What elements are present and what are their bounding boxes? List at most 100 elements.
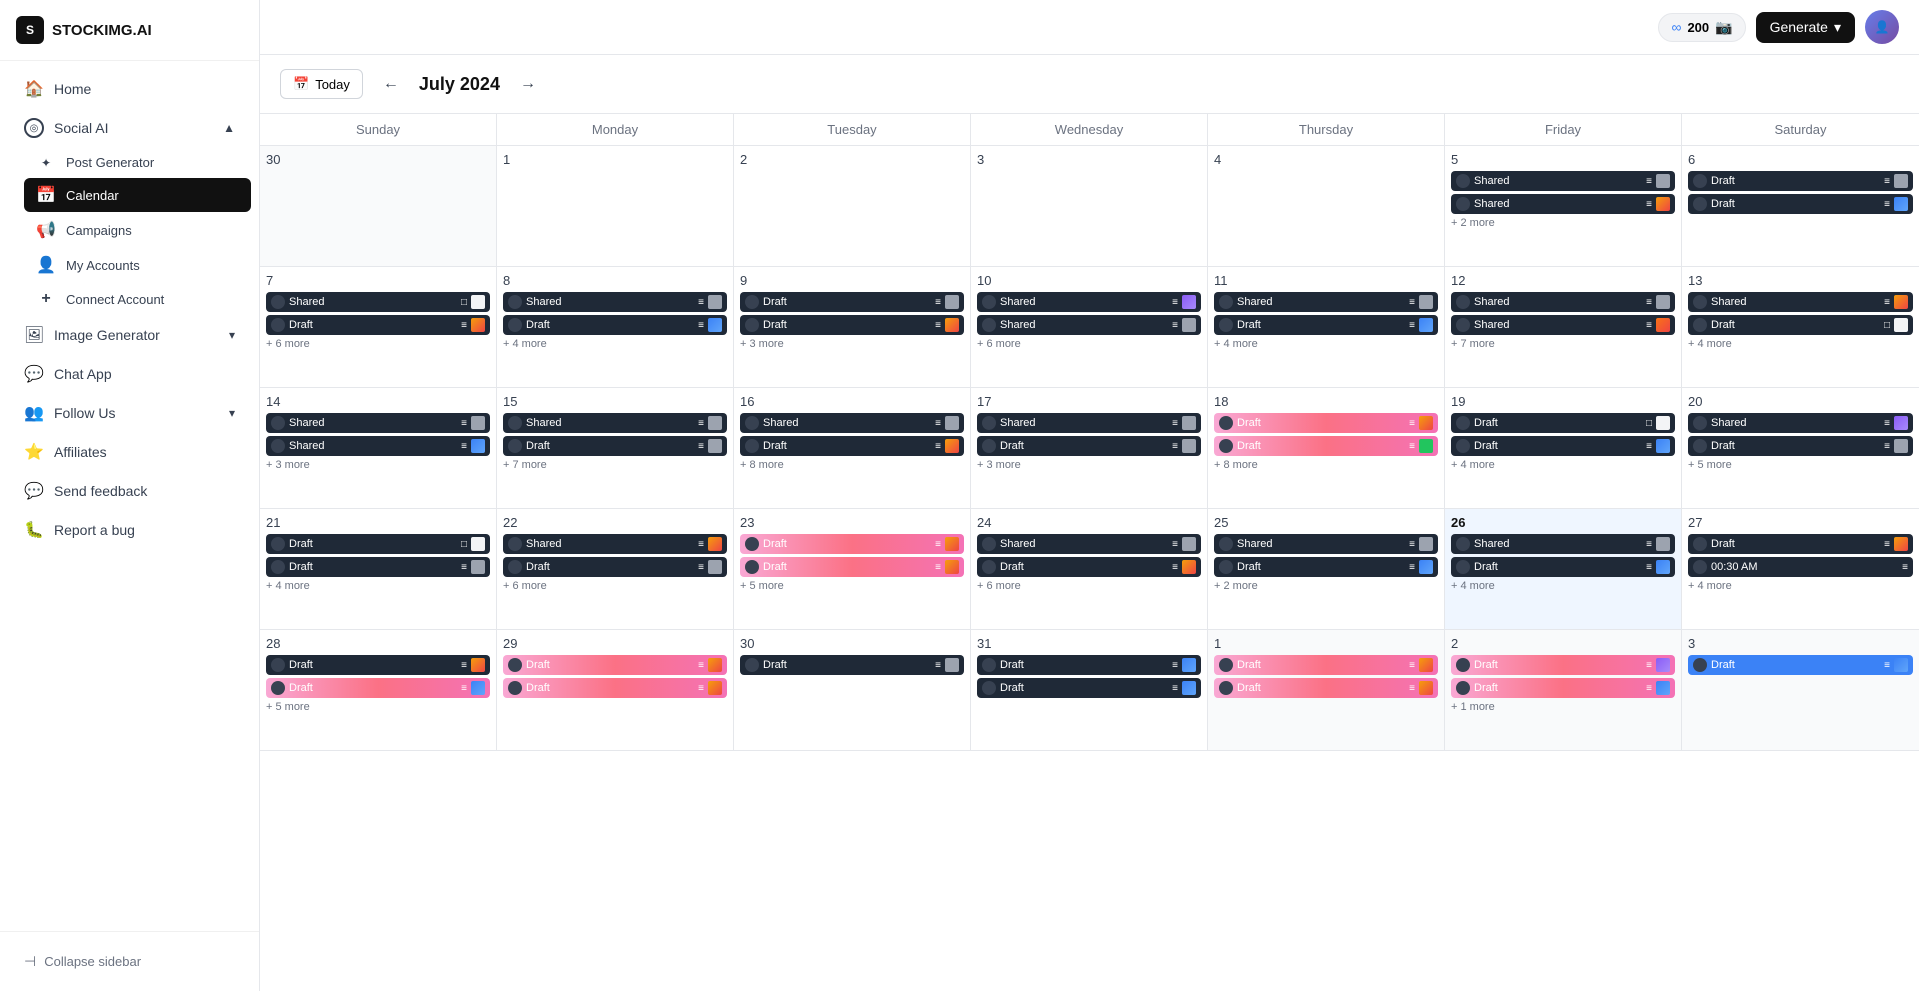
more-events-link[interactable]: + 4 more [1214, 338, 1438, 350]
calendar-event[interactable]: Draft □ [1451, 413, 1675, 433]
calendar-event[interactable]: Draft ≡ [266, 655, 490, 675]
calendar-event[interactable]: Shared ≡ [1451, 534, 1675, 554]
more-events-link[interactable]: + 4 more [1688, 580, 1913, 592]
cal-cell-jul4[interactable]: 4 [1208, 146, 1445, 266]
calendar-event[interactable]: Shared ≡ [977, 413, 1201, 433]
calendar-event[interactable]: Shared ≡ [1214, 534, 1438, 554]
calendar-event[interactable]: Draft ≡ [266, 557, 490, 577]
more-events-link[interactable]: + 4 more [1451, 459, 1675, 471]
calendar-event[interactable]: Shared ≡ [266, 413, 490, 433]
sidebar-item-post-generator[interactable]: ✦ Post Generator [24, 148, 251, 177]
cal-cell-jul11[interactable]: 11 Shared ≡ Draft ≡ [1208, 267, 1445, 387]
calendar-event[interactable]: Draft ≡ [977, 655, 1201, 675]
collapse-sidebar-button[interactable]: ⊣ Collapse sidebar [8, 944, 251, 979]
cal-cell-aug2[interactable]: 2 Draft ≡ Draft ≡ + [1445, 630, 1682, 750]
cal-cell-jul6[interactable]: 6 Draft ≡ Draft ≡ [1682, 146, 1919, 266]
calendar-event[interactable]: Draft ≡ [1214, 436, 1438, 456]
cal-cell-jul19[interactable]: 19 Draft □ Draft ≡ + [1445, 388, 1682, 508]
more-events-link[interactable]: + 2 more [1214, 580, 1438, 592]
today-button[interactable]: 📅 Today [280, 69, 363, 99]
calendar-event[interactable]: Shared ≡ [503, 534, 727, 554]
calendar-event[interactable]: Draft ≡ [740, 436, 964, 456]
more-events-link[interactable]: + 3 more [977, 459, 1201, 471]
calendar-event[interactable]: Shared ≡ [503, 413, 727, 433]
more-events-link[interactable]: + 6 more [266, 338, 490, 350]
calendar-event[interactable]: Shared ≡ [1451, 194, 1675, 214]
more-events-link[interactable]: + 6 more [503, 580, 727, 592]
cal-cell-jul30[interactable]: 30 Draft ≡ [734, 630, 971, 750]
calendar-event[interactable]: Draft ≡ [1688, 171, 1913, 191]
sidebar-item-my-accounts[interactable]: 👤 My Accounts [24, 248, 251, 282]
more-events-link[interactable]: + 3 more [740, 338, 964, 350]
cal-cell-jul18[interactable]: 18 Draft ≡ Draft ≡ + [1208, 388, 1445, 508]
sidebar-item-calendar[interactable]: 📅 Calendar [24, 178, 251, 212]
calendar-event[interactable]: Draft ≡ [740, 534, 964, 554]
sidebar-item-send-feedback[interactable]: 💬 Send feedback [8, 472, 251, 510]
sidebar-item-chat-app[interactable]: 💬 Chat App [8, 355, 251, 393]
cal-cell-jul25[interactable]: 25 Shared ≡ Draft ≡ [1208, 509, 1445, 629]
calendar-event[interactable]: Draft ≡ [503, 678, 727, 698]
sidebar-item-connect-account[interactable]: + Connect Account [24, 283, 251, 315]
calendar-event[interactable]: Shared ≡ [503, 292, 727, 312]
more-events-link[interactable]: + 1 more [1451, 701, 1675, 713]
sidebar-item-report-bug[interactable]: 🐛 Report a bug [8, 511, 251, 549]
cal-cell-aug3[interactable]: 3 Draft ≡ [1682, 630, 1919, 750]
app-logo[interactable]: S STOCKIMG.AI [0, 0, 259, 61]
cal-cell-jul27[interactable]: 27 Draft ≡ 00:30 AM ≡ + 4 more [1682, 509, 1919, 629]
cal-cell-jul28[interactable]: 28 Draft ≡ Draft ≡ + [260, 630, 497, 750]
calendar-event[interactable]: Draft ≡ [977, 678, 1201, 698]
cal-cell-jun30[interactable]: 30 [260, 146, 497, 266]
cal-cell-jul13[interactable]: 13 Shared ≡ Draft □ [1682, 267, 1919, 387]
cal-cell-jul1[interactable]: 1 [497, 146, 734, 266]
calendar-event[interactable]: Draft ≡ [1451, 436, 1675, 456]
cal-cell-jul20[interactable]: 20 Shared ≡ Draft ≡ [1682, 388, 1919, 508]
calendar-event[interactable]: Draft ≡ [977, 557, 1201, 577]
more-events-link[interactable]: + 6 more [977, 580, 1201, 592]
calendar-event[interactable]: Draft ≡ [1214, 413, 1438, 433]
more-events-link[interactable]: + 6 more [977, 338, 1201, 350]
sidebar-item-image-generator[interactable]: 🖼 Image Generator ▾ [8, 316, 251, 354]
more-events-link[interactable]: + 4 more [1688, 338, 1913, 350]
calendar-event[interactable]: Shared ≡ [740, 413, 964, 433]
more-events-link[interactable]: + 4 more [503, 338, 727, 350]
calendar-event[interactable]: Draft ≡ [740, 315, 964, 335]
cal-cell-jul3[interactable]: 3 [971, 146, 1208, 266]
calendar-event[interactable]: Shared ≡ [977, 315, 1201, 335]
cal-cell-jul24[interactable]: 24 Shared ≡ Draft ≡ [971, 509, 1208, 629]
more-events-link[interactable]: + 5 more [1688, 459, 1913, 471]
calendar-event[interactable]: Draft ≡ [1214, 315, 1438, 335]
calendar-event[interactable]: Draft ≡ [977, 436, 1201, 456]
calendar-event[interactable]: Shared ≡ [977, 534, 1201, 554]
calendar-event[interactable]: Shared ≡ [1451, 315, 1675, 335]
calendar-event[interactable]: Draft ≡ [1214, 557, 1438, 577]
more-events-link[interactable]: + 8 more [740, 459, 964, 471]
cal-cell-jul23[interactable]: 23 Draft ≡ Draft ≡ + [734, 509, 971, 629]
calendar-event[interactable]: Draft □ [266, 534, 490, 554]
sidebar-item-follow-us[interactable]: 👥 Follow Us ▾ [8, 394, 251, 432]
cal-cell-jul2[interactable]: 2 [734, 146, 971, 266]
calendar-event[interactable]: Draft □ [1688, 315, 1913, 335]
more-events-link[interactable]: + 4 more [266, 580, 490, 592]
more-events-link[interactable]: + 7 more [503, 459, 727, 471]
sidebar-item-home[interactable]: 🏠 Home [8, 70, 251, 108]
cal-cell-jul15[interactable]: 15 Shared ≡ Draft ≡ [497, 388, 734, 508]
calendar-event[interactable]: Shared ≡ [1451, 292, 1675, 312]
sidebar-item-campaigns[interactable]: 📢 Campaigns [24, 213, 251, 247]
calendar-event[interactable]: Draft ≡ [1688, 534, 1913, 554]
calendar-event[interactable]: Shared ≡ [1451, 171, 1675, 191]
cal-cell-jul12[interactable]: 12 Shared ≡ Shared ≡ [1445, 267, 1682, 387]
calendar-event[interactable]: Shared □ [266, 292, 490, 312]
cal-cell-jul7[interactable]: 7 Shared □ Draft ≡ + [260, 267, 497, 387]
calendar-event[interactable]: Draft ≡ [740, 655, 964, 675]
calendar-event[interactable]: Shared ≡ [266, 436, 490, 456]
calendar-event[interactable]: Draft ≡ [503, 655, 727, 675]
calendar-event[interactable]: Draft ≡ [266, 315, 490, 335]
cal-cell-jul31[interactable]: 31 Draft ≡ Draft ≡ [971, 630, 1208, 750]
calendar-event[interactable]: Draft ≡ [266, 678, 490, 698]
calendar-event[interactable]: Draft ≡ [740, 292, 964, 312]
calendar-event[interactable]: Draft ≡ [1688, 194, 1913, 214]
calendar-event[interactable]: Draft ≡ [1214, 655, 1438, 675]
calendar-event[interactable]: Shared ≡ [1688, 292, 1913, 312]
cal-cell-jul16[interactable]: 16 Shared ≡ Draft ≡ [734, 388, 971, 508]
calendar-event[interactable]: Shared ≡ [1214, 292, 1438, 312]
